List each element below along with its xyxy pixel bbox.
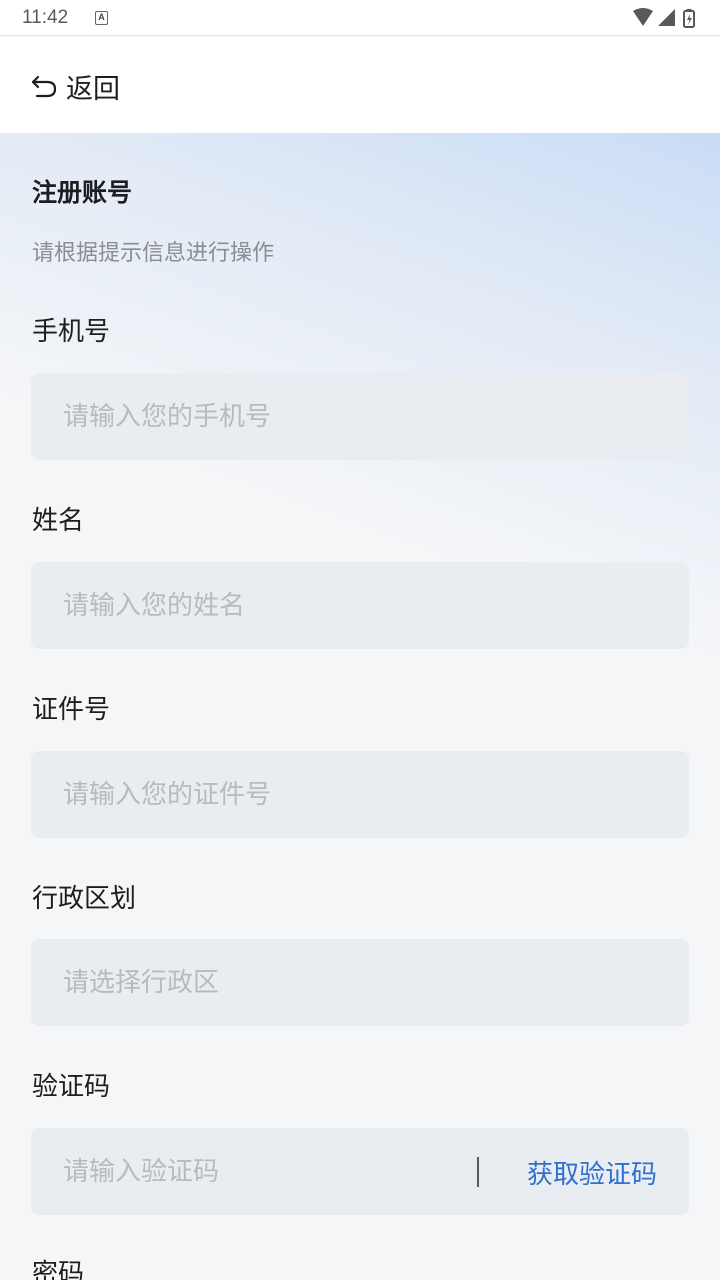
password-label: 密码 (32, 1259, 85, 1280)
back-button[interactable]: 返回 (30, 67, 120, 106)
code-input[interactable] (31, 1128, 471, 1215)
phone-label: 手机号 (32, 317, 111, 347)
id-number-label: 证件号 (32, 695, 111, 725)
cellular-signal-icon (658, 9, 675, 26)
get-code-button[interactable]: 获取验证码 (527, 1154, 657, 1191)
phone-field[interactable] (31, 373, 689, 460)
header: 返回 (0, 37, 720, 133)
page-title: 注册账号 (32, 178, 133, 207)
region-label: 行政区划 (32, 884, 137, 914)
wifi-icon (633, 8, 653, 26)
back-label[interactable]: 返回 (66, 67, 120, 106)
id-number-input[interactable] (31, 751, 689, 838)
name-field[interactable] (31, 562, 689, 649)
battery-charging-icon (683, 9, 695, 28)
id-number-field[interactable] (31, 751, 689, 838)
phone-input[interactable] (31, 373, 689, 460)
region-field[interactable] (31, 939, 689, 1026)
code-divider (477, 1157, 479, 1187)
status-time: 11:42 (22, 7, 69, 28)
register-form: 注册账号 请根据提示信息进行操作 手机号 姓名 证件号 行政区划 验证码 获取验… (0, 133, 720, 1280)
status-bar: 11:42 A (0, 0, 720, 36)
undo-arrow-icon (31, 75, 57, 98)
status-icons (632, 8, 702, 28)
a-notification-icon: A (95, 11, 108, 25)
code-label: 验证码 (32, 1072, 111, 1102)
page-subtitle: 请根据提示信息进行操作 (32, 241, 275, 266)
name-input[interactable] (31, 562, 689, 649)
code-field: 获取验证码 (31, 1128, 689, 1215)
name-label: 姓名 (32, 506, 85, 536)
region-select[interactable] (31, 939, 689, 1026)
